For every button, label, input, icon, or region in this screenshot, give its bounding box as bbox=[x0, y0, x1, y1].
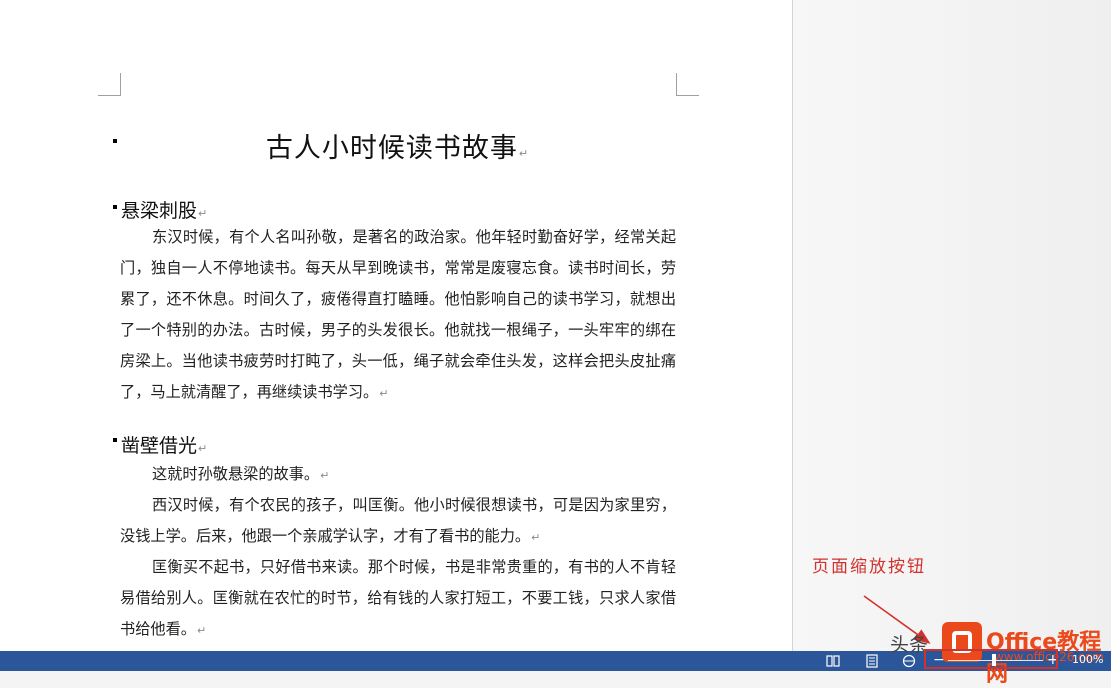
annotation-label: 页面缩放按钮 bbox=[812, 557, 926, 577]
paragraph-mark: ↵ bbox=[320, 469, 330, 482]
body-paragraph[interactable]: 西汉时候，有个农民的孩子，叫匡衡。他小时候很想读书，可是因为家里穷，没钱上学。后… bbox=[120, 490, 676, 553]
paragraph-text: 这就时孙敬悬梁的故事。 bbox=[152, 465, 320, 483]
paragraph-mark: ↵ bbox=[198, 442, 208, 455]
section-heading-text: 凿壁借光 bbox=[121, 435, 198, 457]
paragraph-text: 东汉时候，有个人名叫孙敬，是著名的政治家。他年轻时勤奋好学，经常关起门，独自一人… bbox=[120, 228, 676, 401]
paragraph-text: 西汉时候，有个农民的孩子，叫匡衡。他小时候很想读书，可是因为家里穷，没钱上学。后… bbox=[120, 496, 676, 545]
watermark-prefix: 头条 bbox=[890, 634, 929, 656]
zoom-highlight-box bbox=[924, 649, 1058, 669]
paragraph-mark: ↵ bbox=[518, 147, 530, 160]
section-heading[interactable]: 悬梁刺股↵ bbox=[121, 196, 207, 223]
paragraph-bullet bbox=[113, 139, 117, 143]
read-mode-icon[interactable] bbox=[826, 654, 840, 668]
paragraph-bullet bbox=[113, 205, 117, 209]
page-corner-mark-right bbox=[676, 73, 699, 96]
document-page[interactable]: 古人小时候读书故事↵ 悬梁刺股↵ 东汉时候，有个人名叫孙敬，是著名的政治家。他年… bbox=[0, 0, 793, 651]
paragraph-mark: ↵ bbox=[379, 387, 389, 400]
paragraph-mark: ↵ bbox=[531, 531, 541, 544]
paragraph-mark: ↵ bbox=[196, 624, 207, 637]
body-paragraph[interactable]: 匡衡买不起书，只好借书来读。那个时候，书是非常贵重的，有书的人不肯轻易借给别人。… bbox=[120, 552, 676, 646]
page-corner-mark-left bbox=[98, 73, 121, 96]
document-title-text: 古人小时候读书故事 bbox=[265, 133, 518, 164]
document-title[interactable]: 古人小时候读书故事↵ bbox=[120, 126, 675, 165]
print-layout-icon[interactable] bbox=[865, 654, 879, 668]
paragraph-mark: ↵ bbox=[198, 207, 208, 220]
section-heading[interactable]: 凿壁借光↵ bbox=[121, 431, 207, 458]
paragraph-bullet bbox=[113, 438, 117, 442]
body-paragraph[interactable]: 这就时孙敬悬梁的故事。↵ bbox=[120, 459, 676, 491]
zoom-level[interactable]: 100% bbox=[1072, 653, 1103, 666]
body-paragraph[interactable]: 东汉时候，有个人名叫孙敬，是著名的政治家。他年轻时勤奋好学，经常关起门，独自一人… bbox=[120, 222, 676, 409]
section-heading-text: 悬梁刺股 bbox=[121, 200, 198, 222]
